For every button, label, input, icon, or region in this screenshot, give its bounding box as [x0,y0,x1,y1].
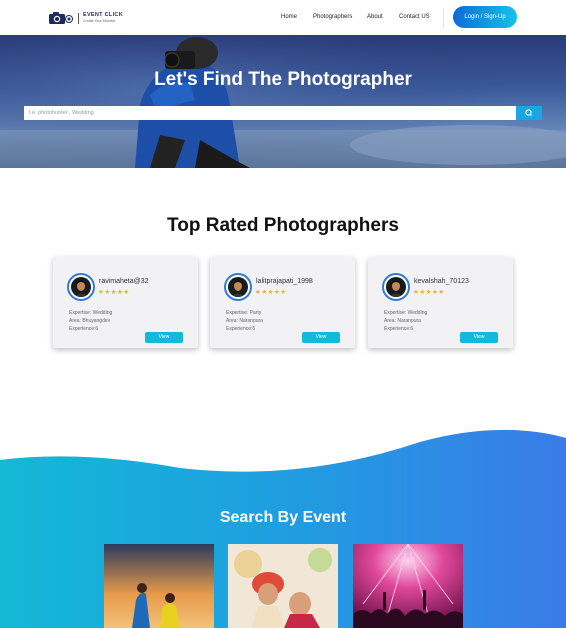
event-card-wedding[interactable] [104,544,214,628]
couple-proposal-image [104,544,214,628]
nav-photographers[interactable]: Photographers [313,14,352,20]
expertise-text: Expertise: Wedding [69,310,113,316]
nav-contact[interactable]: Contact US [399,14,430,20]
search-icon [525,109,533,117]
concert-party-image [353,544,463,628]
area-text: Area: Bhuyangdev [69,318,111,324]
avatar [224,273,252,301]
photographer-name[interactable]: lalitprajapati_1998 [256,278,313,285]
hero-photographer-image [0,35,566,168]
expertise-text: Expertise: Party [226,310,262,316]
view-button[interactable]: View [460,332,498,343]
navbar: EVENT CLICK Create Your Moment Home Phot… [0,0,566,35]
photographer-card: kevalshah_70123 ★★★★★ Expertise: Wedding… [368,257,513,348]
rating-stars-icon: ★★★★★ [98,288,130,296]
logo-tagline: Create Your Moment [83,19,116,23]
hero-title: Let's Find The Photographer [154,69,412,90]
nav-about[interactable]: About [367,14,383,20]
search-by-event-title: Search By Event [219,509,347,526]
experience-text: Experience:6 [226,326,256,332]
experience-text: Experience:6 [69,326,99,332]
traditional-couple-image [228,544,338,628]
camera-logo-icon [49,11,74,25]
view-button[interactable]: View [145,332,183,343]
hero-banner: Let's Find The Photographer [0,35,566,168]
search-button[interactable] [516,106,542,120]
area-text: Area: Naranpura [226,318,263,324]
nav-home[interactable]: Home [281,14,297,20]
photographer-name[interactable]: kevalshah_70123 [414,278,469,285]
event-card-party[interactable] [353,544,463,628]
photographer-card: lalitprajapati_1998 ★★★★★ Expertise: Par… [210,257,355,348]
experience-text: Experience:6 [384,326,414,332]
nav-divider [443,8,444,28]
photographer-name[interactable]: ravimaheta@32 [99,278,149,285]
login-signup-button[interactable]: Login / Sign-Up [453,6,517,28]
view-button[interactable]: View [302,332,340,343]
logo-title: EVENT CLICK [83,11,123,18]
expertise-text: Expertise: Wedding [384,310,428,316]
event-card-traditional[interactable] [228,544,338,628]
top-rated-title: Top Rated Photographers [167,215,399,236]
photographer-card: ravimaheta@32 ★★★★★ Expertise: Wedding A… [53,257,198,348]
area-text: Area: Naranpura [384,318,421,324]
rating-stars-icon: ★★★★★ [413,288,445,296]
avatar [382,273,410,301]
avatar [67,273,95,301]
photographer-search-input[interactable] [24,106,516,120]
rating-stars-icon: ★★★★★ [255,288,287,296]
logo[interactable]: EVENT CLICK Create Your Moment [49,11,123,25]
